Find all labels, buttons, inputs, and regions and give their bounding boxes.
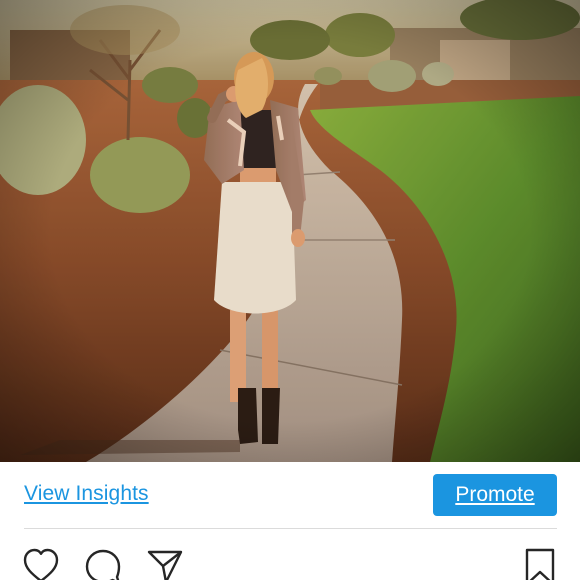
post-card: View Insights Promote [0, 0, 580, 580]
promote-button[interactable]: Promote [433, 474, 557, 516]
post-photo[interactable] [0, 0, 580, 462]
insights-bar: View Insights Promote [0, 462, 580, 528]
view-insights-link[interactable]: View Insights [24, 482, 149, 506]
bookmark-icon[interactable] [521, 547, 559, 580]
post-action-bar [0, 529, 580, 580]
heart-icon[interactable] [22, 547, 60, 580]
paper-plane-icon[interactable] [146, 547, 184, 580]
comment-icon[interactable] [84, 547, 122, 580]
